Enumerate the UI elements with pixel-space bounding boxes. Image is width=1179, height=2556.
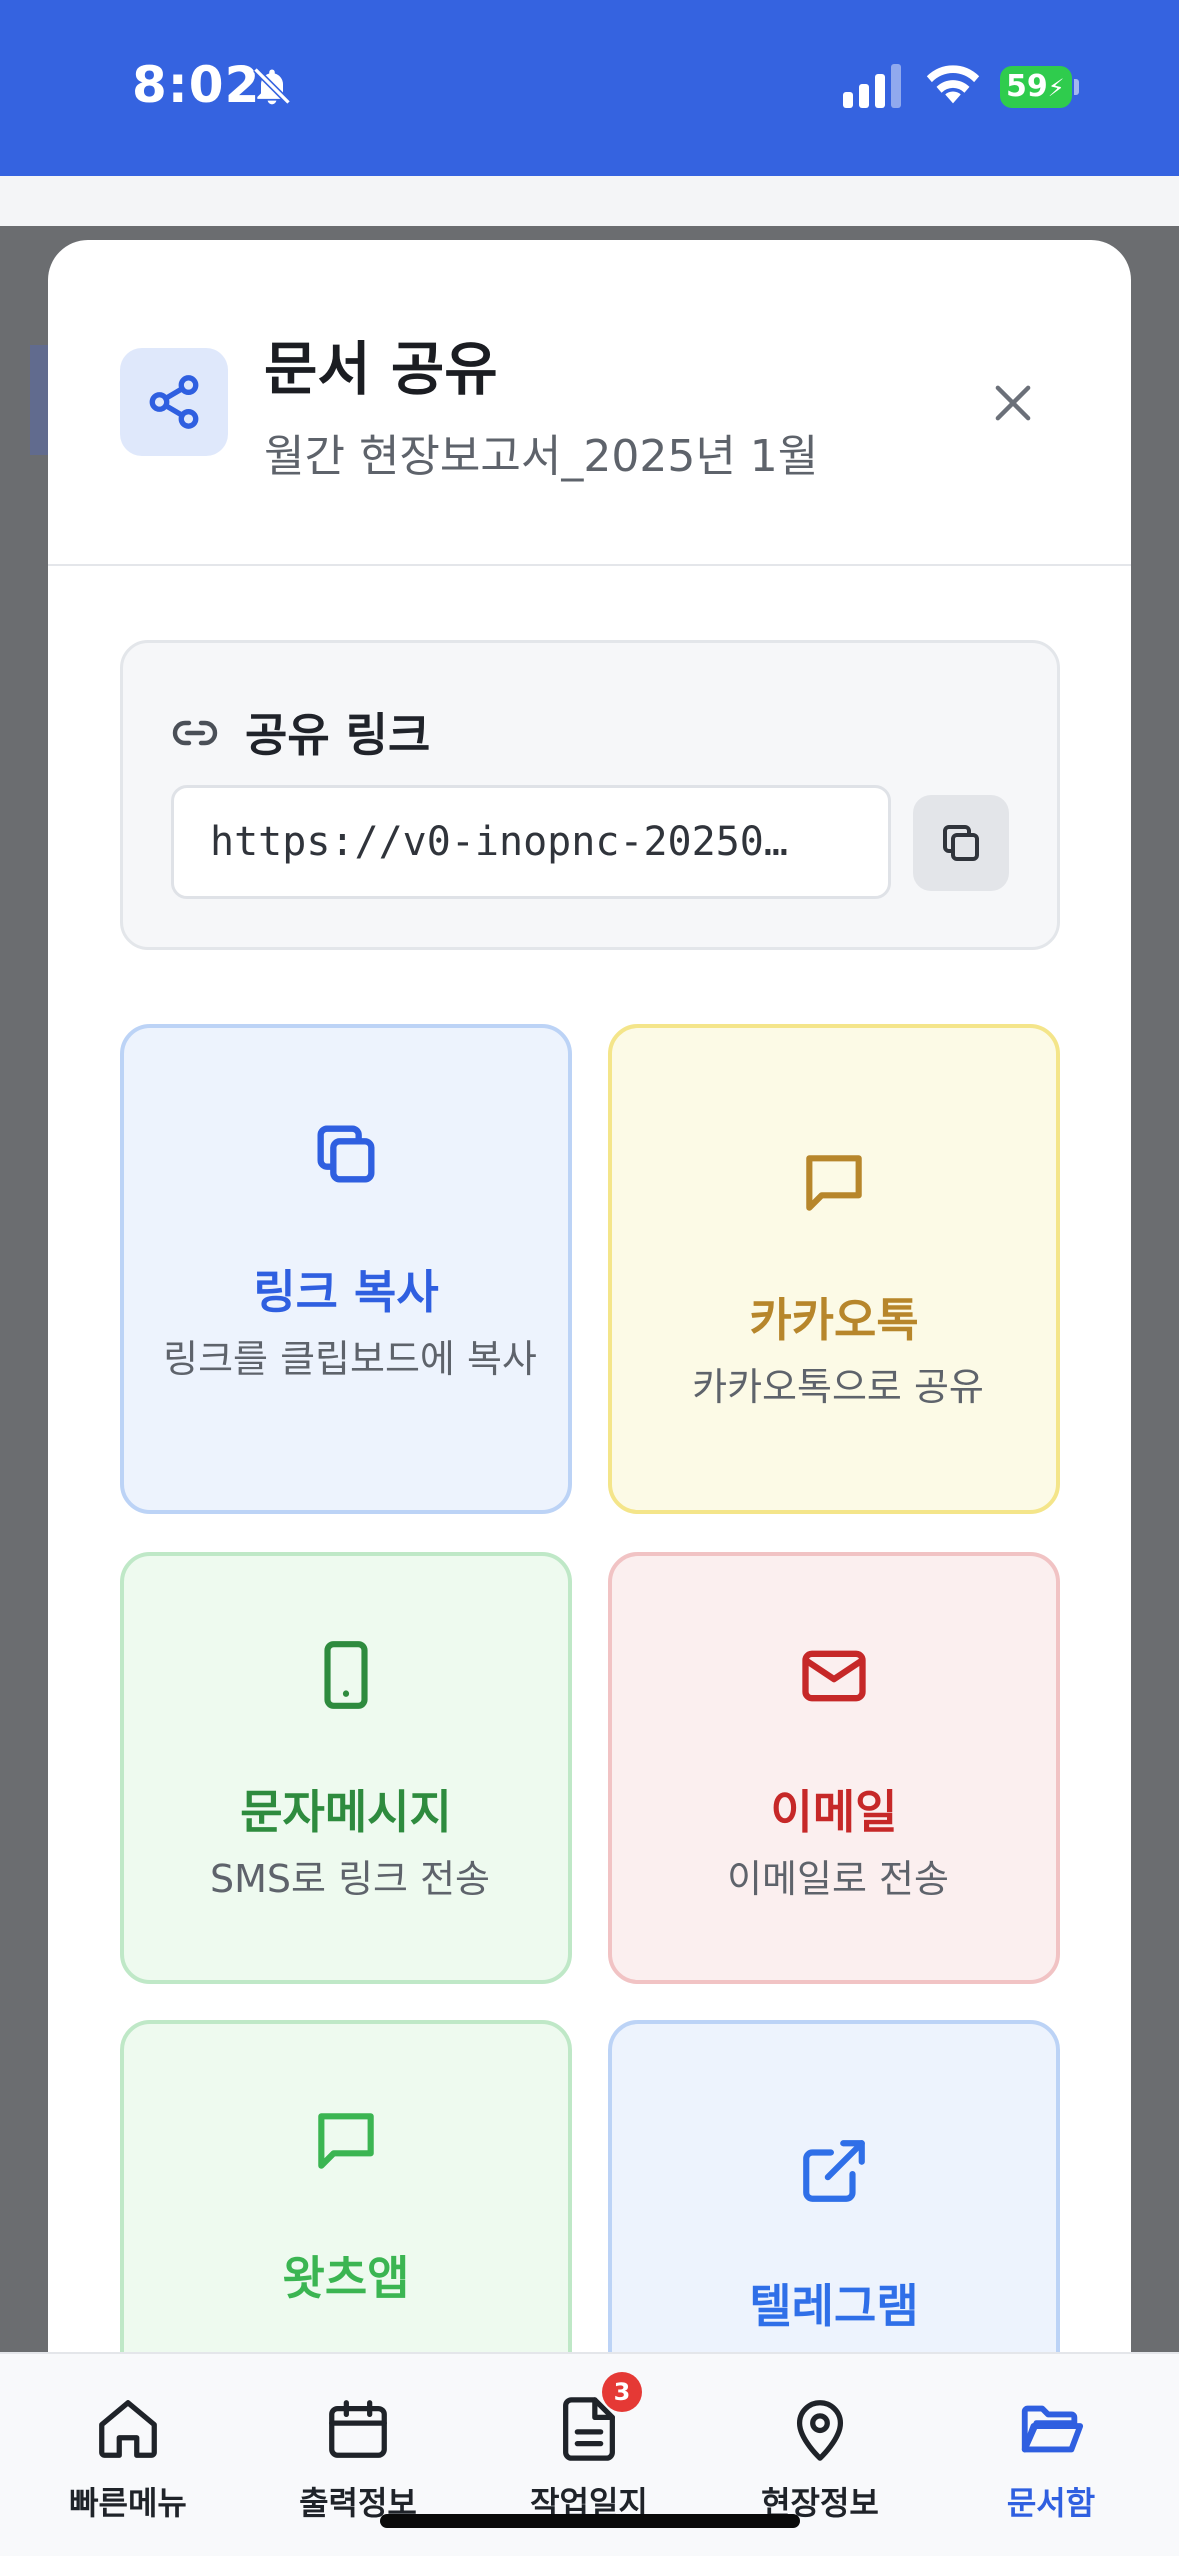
nav-work-log[interactable]: 3 작업일지 <box>489 2372 689 2524</box>
nav-output-info[interactable]: 출력정보 <box>258 2394 458 2524</box>
status-time: 8:02 <box>132 56 261 114</box>
share-link-section: 공유 링크 https://v0-inopnc-20250… <box>120 640 1060 950</box>
option-kakaotalk[interactable]: 카카오톡 카카오톡으로 공유 <box>608 1024 1060 1514</box>
calendar-icon <box>329 2400 387 2458</box>
external-link-icon <box>803 2140 865 2202</box>
share-link-field[interactable]: https://v0-inopnc-20250… <box>171 785 891 899</box>
modal-title: 문서 공유 <box>264 335 498 403</box>
option-email[interactable]: 이메일 이메일로 전송 <box>608 1552 1060 1984</box>
notification-badge: 3 <box>602 2372 642 2412</box>
share-link-label: 공유 링크 <box>245 708 431 762</box>
page-background <box>0 176 1179 226</box>
location-icon <box>796 2400 844 2461</box>
battery-indicator: 59⚡ <box>1000 66 1079 108</box>
copy-icon <box>317 1125 375 1183</box>
home-icon <box>99 2400 157 2458</box>
phone-icon <box>324 1641 368 1709</box>
message-icon <box>806 1155 862 1211</box>
option-sms[interactable]: 문자메시지 SMS로 링크 전송 <box>120 1552 572 1984</box>
option-title: 카카오톡 <box>749 1293 919 1347</box>
nav-label: 빠른메뉴 <box>69 2484 187 2522</box>
option-title: 텔레그램 <box>749 2279 919 2333</box>
copy-icon <box>943 825 979 861</box>
option-title: 문자메시지 <box>240 1785 452 1839</box>
share-icon <box>120 348 228 456</box>
option-title: 왓츠앱 <box>282 2251 410 2305</box>
backdrop-element <box>30 345 50 455</box>
cellular-signal-icon <box>843 64 901 108</box>
bell-muted-icon <box>253 67 291 105</box>
wifi-icon <box>926 65 980 104</box>
share-modal: 문서 공유 월간 현장보고서_2025년 1월 공유 링크 https://v0… <box>48 240 1131 2556</box>
mail-icon <box>802 1650 866 1702</box>
option-desc: 카카오톡으로 공유 <box>692 1365 984 1409</box>
option-title: 이메일 <box>770 1785 898 1839</box>
copy-link-button[interactable] <box>913 795 1009 891</box>
message-icon <box>318 2113 374 2169</box>
option-desc: 링크를 클립보드에 복사 <box>163 1337 537 1381</box>
modal-subtitle: 월간 현장보고서_2025년 1월 <box>264 431 819 482</box>
option-desc: 이메일로 전송 <box>727 1857 949 1901</box>
nav-documents[interactable]: 문서함 <box>951 2394 1151 2524</box>
folder-icon <box>1021 2405 1084 2453</box>
home-indicator[interactable] <box>380 2514 800 2528</box>
option-copy-link[interactable]: 링크 복사 링크를 클립보드에 복사 <box>120 1024 572 1514</box>
close-button[interactable] <box>968 358 1058 448</box>
nav-quick-menu[interactable]: 빠른메뉴 <box>28 2394 228 2524</box>
option-title: 링크 복사 <box>253 1265 439 1319</box>
close-icon <box>995 385 1031 421</box>
modal-header: 문서 공유 월간 현장보고서_2025년 1월 <box>48 240 1131 566</box>
nav-site-info[interactable]: 현장정보 <box>720 2394 920 2524</box>
nav-label: 문서함 <box>1006 2484 1096 2522</box>
link-icon <box>172 720 218 746</box>
battery-level: 59 <box>1006 69 1048 104</box>
option-desc: SMS로 링크 전송 <box>210 1857 490 1901</box>
status-bar: 8:02 59⚡ <box>0 0 1179 176</box>
charging-bolt-icon: ⚡ <box>1047 74 1065 102</box>
